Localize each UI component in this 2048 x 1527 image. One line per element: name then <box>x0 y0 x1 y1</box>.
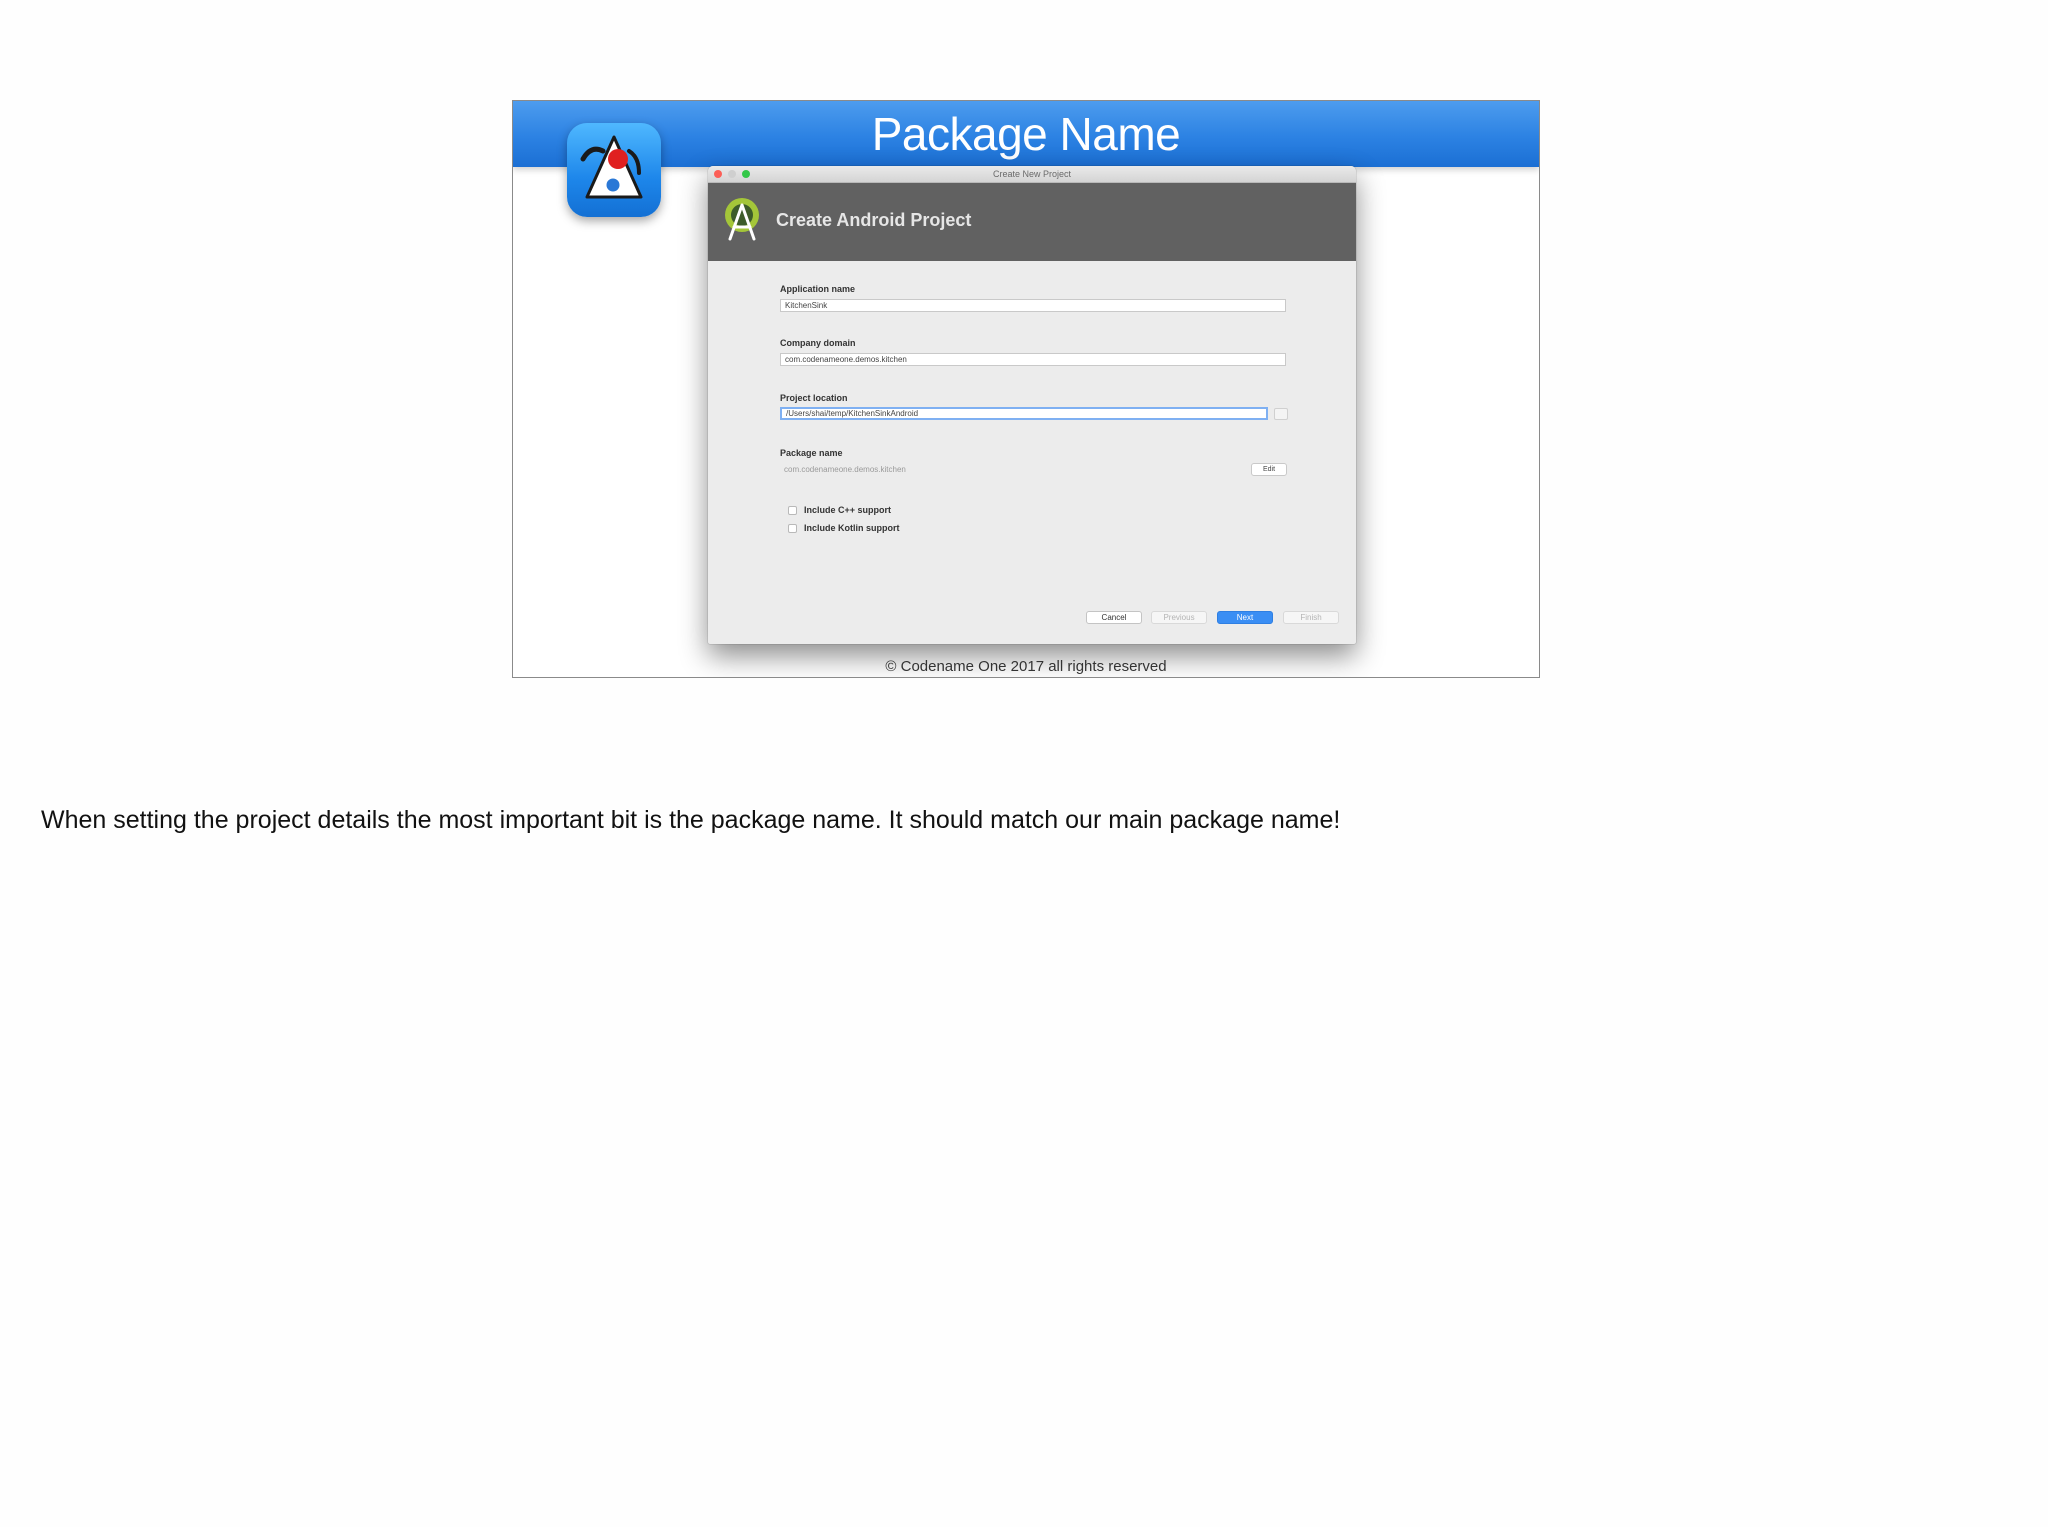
previous-button[interactable]: Previous <box>1151 611 1207 624</box>
kotlin-support-label: Include Kotlin support <box>804 523 900 533</box>
kotlin-support-checkbox[interactable] <box>788 524 797 533</box>
dialog-window-title: Create New Project <box>992 169 1072 179</box>
android-studio-icon <box>722 197 762 241</box>
next-button[interactable]: Next <box>1217 611 1273 624</box>
cpp-support-label: Include C++ support <box>804 505 892 515</box>
cpp-support-checkbox[interactable] <box>788 506 797 515</box>
package-name-value: com.codenameone.demos.kitchen <box>784 465 906 474</box>
cancel-button[interactable]: Cancel <box>1086 611 1142 624</box>
finish-button[interactable]: Finish <box>1283 611 1339 624</box>
application-name-input[interactable]: KitchenSink <box>780 299 1286 312</box>
edit-package-button[interactable]: Edit <box>1251 463 1287 476</box>
dialog-body: Application name KitchenSink Company dom… <box>708 261 1356 601</box>
codename-one-logo-icon <box>567 123 661 217</box>
dialog-banner: Create Android Project <box>708 183 1356 261</box>
browse-location-button[interactable] <box>1274 408 1288 420</box>
company-domain-label: Company domain <box>780 338 856 348</box>
banner-title: Create Android Project <box>776 210 972 230</box>
project-location-input[interactable]: /Users/shai/temp/KitchenSinkAndroid <box>780 407 1268 420</box>
presenter-notes: When setting the project details the mos… <box>41 806 1341 834</box>
company-domain-input[interactable]: com.codenameone.demos.kitchen <box>780 353 1286 366</box>
slide-title: Package Name <box>871 108 1181 160</box>
slide: Package Name Create New Project Create A… <box>512 100 1540 678</box>
application-name-label: Application name <box>780 284 856 294</box>
project-location-label: Project location <box>780 393 848 403</box>
dialog-footer: Cancel Previous Next Finish <box>708 611 1356 631</box>
dialog-titlebar: Create New Project <box>708 166 1356 183</box>
slide-copyright: © Codename One 2017 all rights reserved <box>885 658 1167 675</box>
package-name-label: Package name <box>780 448 843 458</box>
create-project-dialog: Create New Project Create Android Projec… <box>708 166 1356 644</box>
